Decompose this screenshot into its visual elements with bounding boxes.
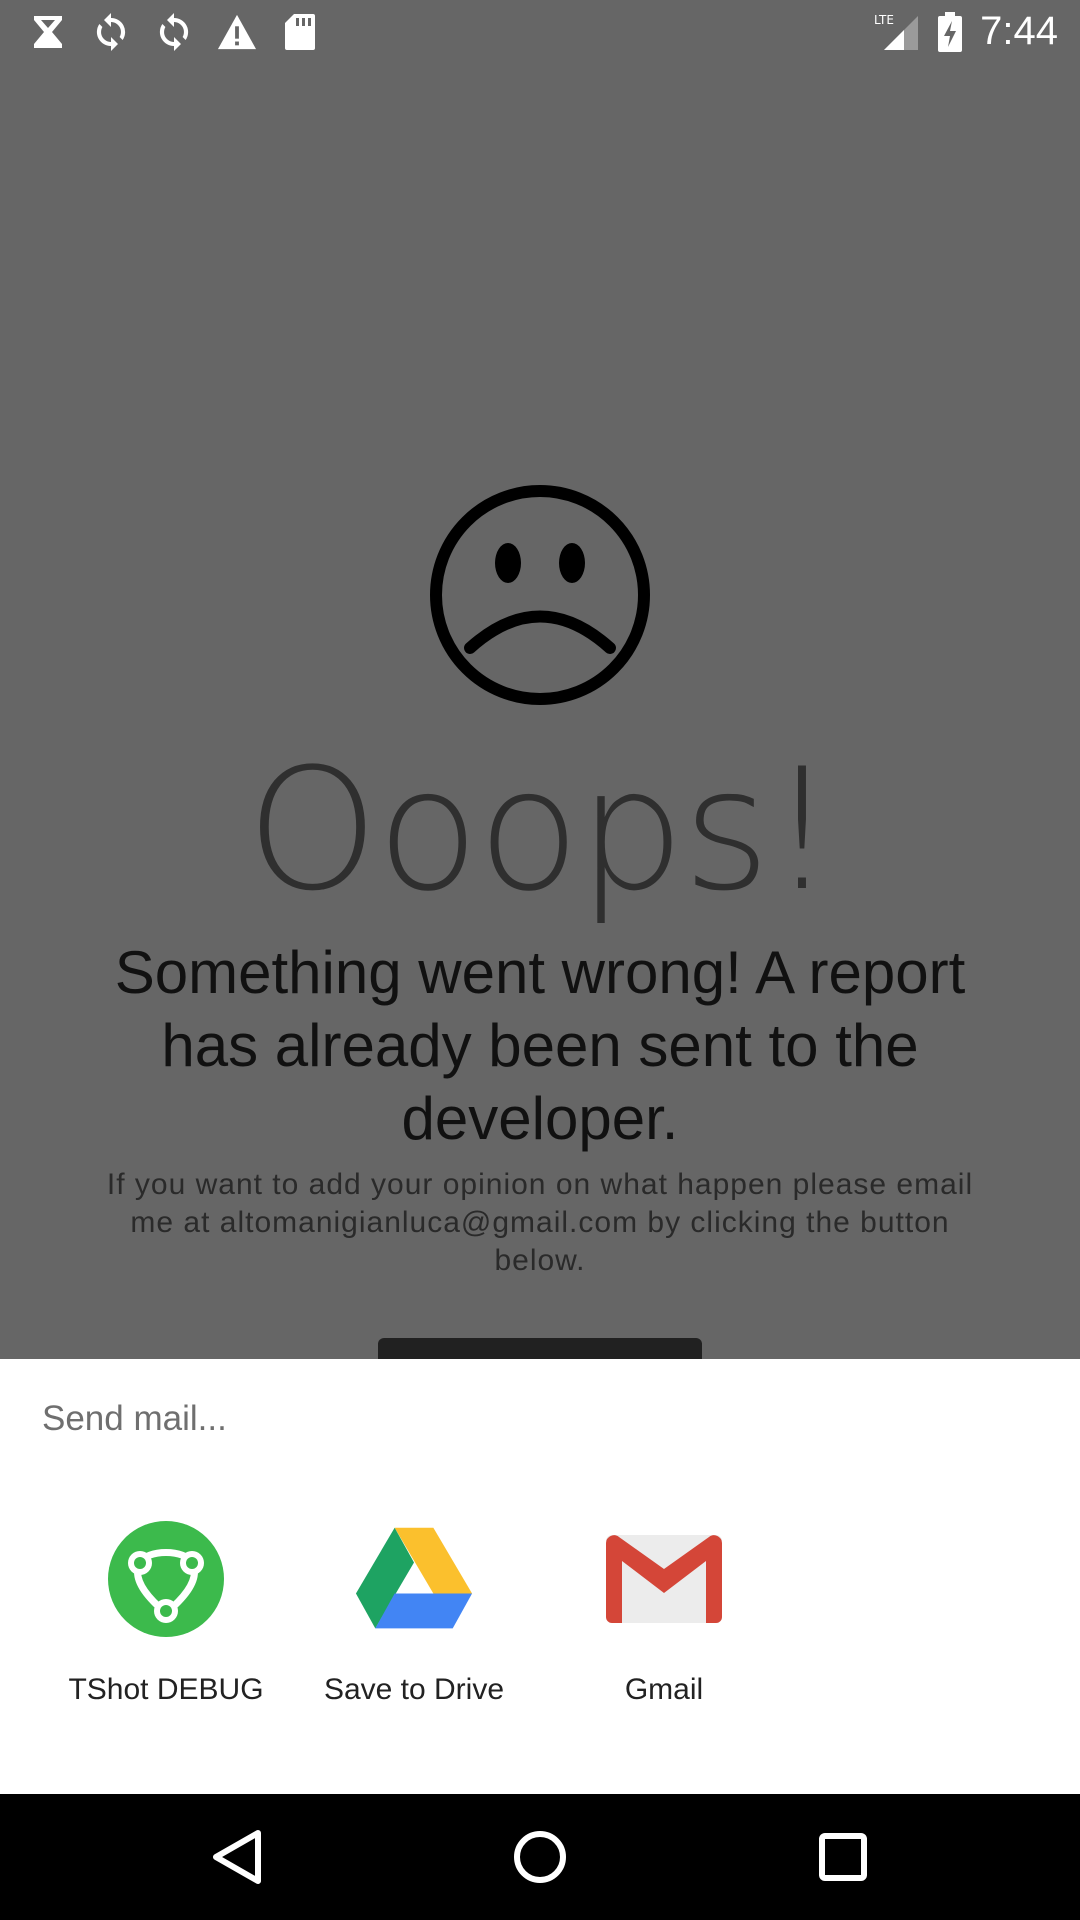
clock: 7:44 [980, 9, 1058, 53]
battery-charging-icon [938, 11, 963, 52]
crash-content [0, 63, 1080, 1359]
status-bar: LTE 7:44 [0, 0, 1080, 63]
share-sheet: Send mail... TShot DEBUG Save to Drive G… [0, 1359, 1080, 1794]
sd-card-icon [280, 10, 320, 54]
sync-icon [154, 10, 194, 54]
home-icon[interactable] [507, 1824, 573, 1890]
status-left-icons [28, 10, 343, 54]
network-label: LTE [874, 13, 894, 27]
warning-icon [217, 10, 257, 54]
hourglass-icon [28, 10, 68, 54]
sad-face-icon [430, 485, 650, 705]
share-sheet-title: Send mail... [42, 1399, 227, 1438]
share-targets: TShot DEBUG Save to Drive Gmail [0, 1519, 1080, 1739]
share-target-label: Save to Drive [323, 1673, 505, 1706]
crash-subtext: If you want to add your opinion on what … [106, 1168, 974, 1277]
google-drive-icon [354, 1519, 474, 1639]
crash-title: Ooops! [246, 732, 835, 928]
back-icon[interactable] [204, 1824, 270, 1890]
status-right-icons: LTE 7:44 [856, 9, 1058, 54]
gmail-icon [604, 1519, 724, 1639]
share-target-label: Gmail [624, 1673, 704, 1706]
navigation-bar [0, 1794, 1080, 1920]
crash-headline: Something went wrong! A report has alrea… [114, 939, 966, 1152]
lte-signal-icon: LTE [874, 12, 920, 52]
share-target-gmail[interactable]: Gmail [540, 1519, 788, 1739]
share-target-label: TShot DEBUG [68, 1673, 264, 1706]
share-target-save-to-drive[interactable]: Save to Drive [290, 1519, 538, 1739]
tshot-debug-icon [106, 1519, 226, 1639]
screen: LTE 7:44 Ooops! Something went wrong! A … [0, 0, 1080, 1920]
recents-icon[interactable] [810, 1824, 876, 1890]
share-target-tshot-debug[interactable]: TShot DEBUG [42, 1519, 290, 1739]
sync-icon [91, 10, 131, 54]
